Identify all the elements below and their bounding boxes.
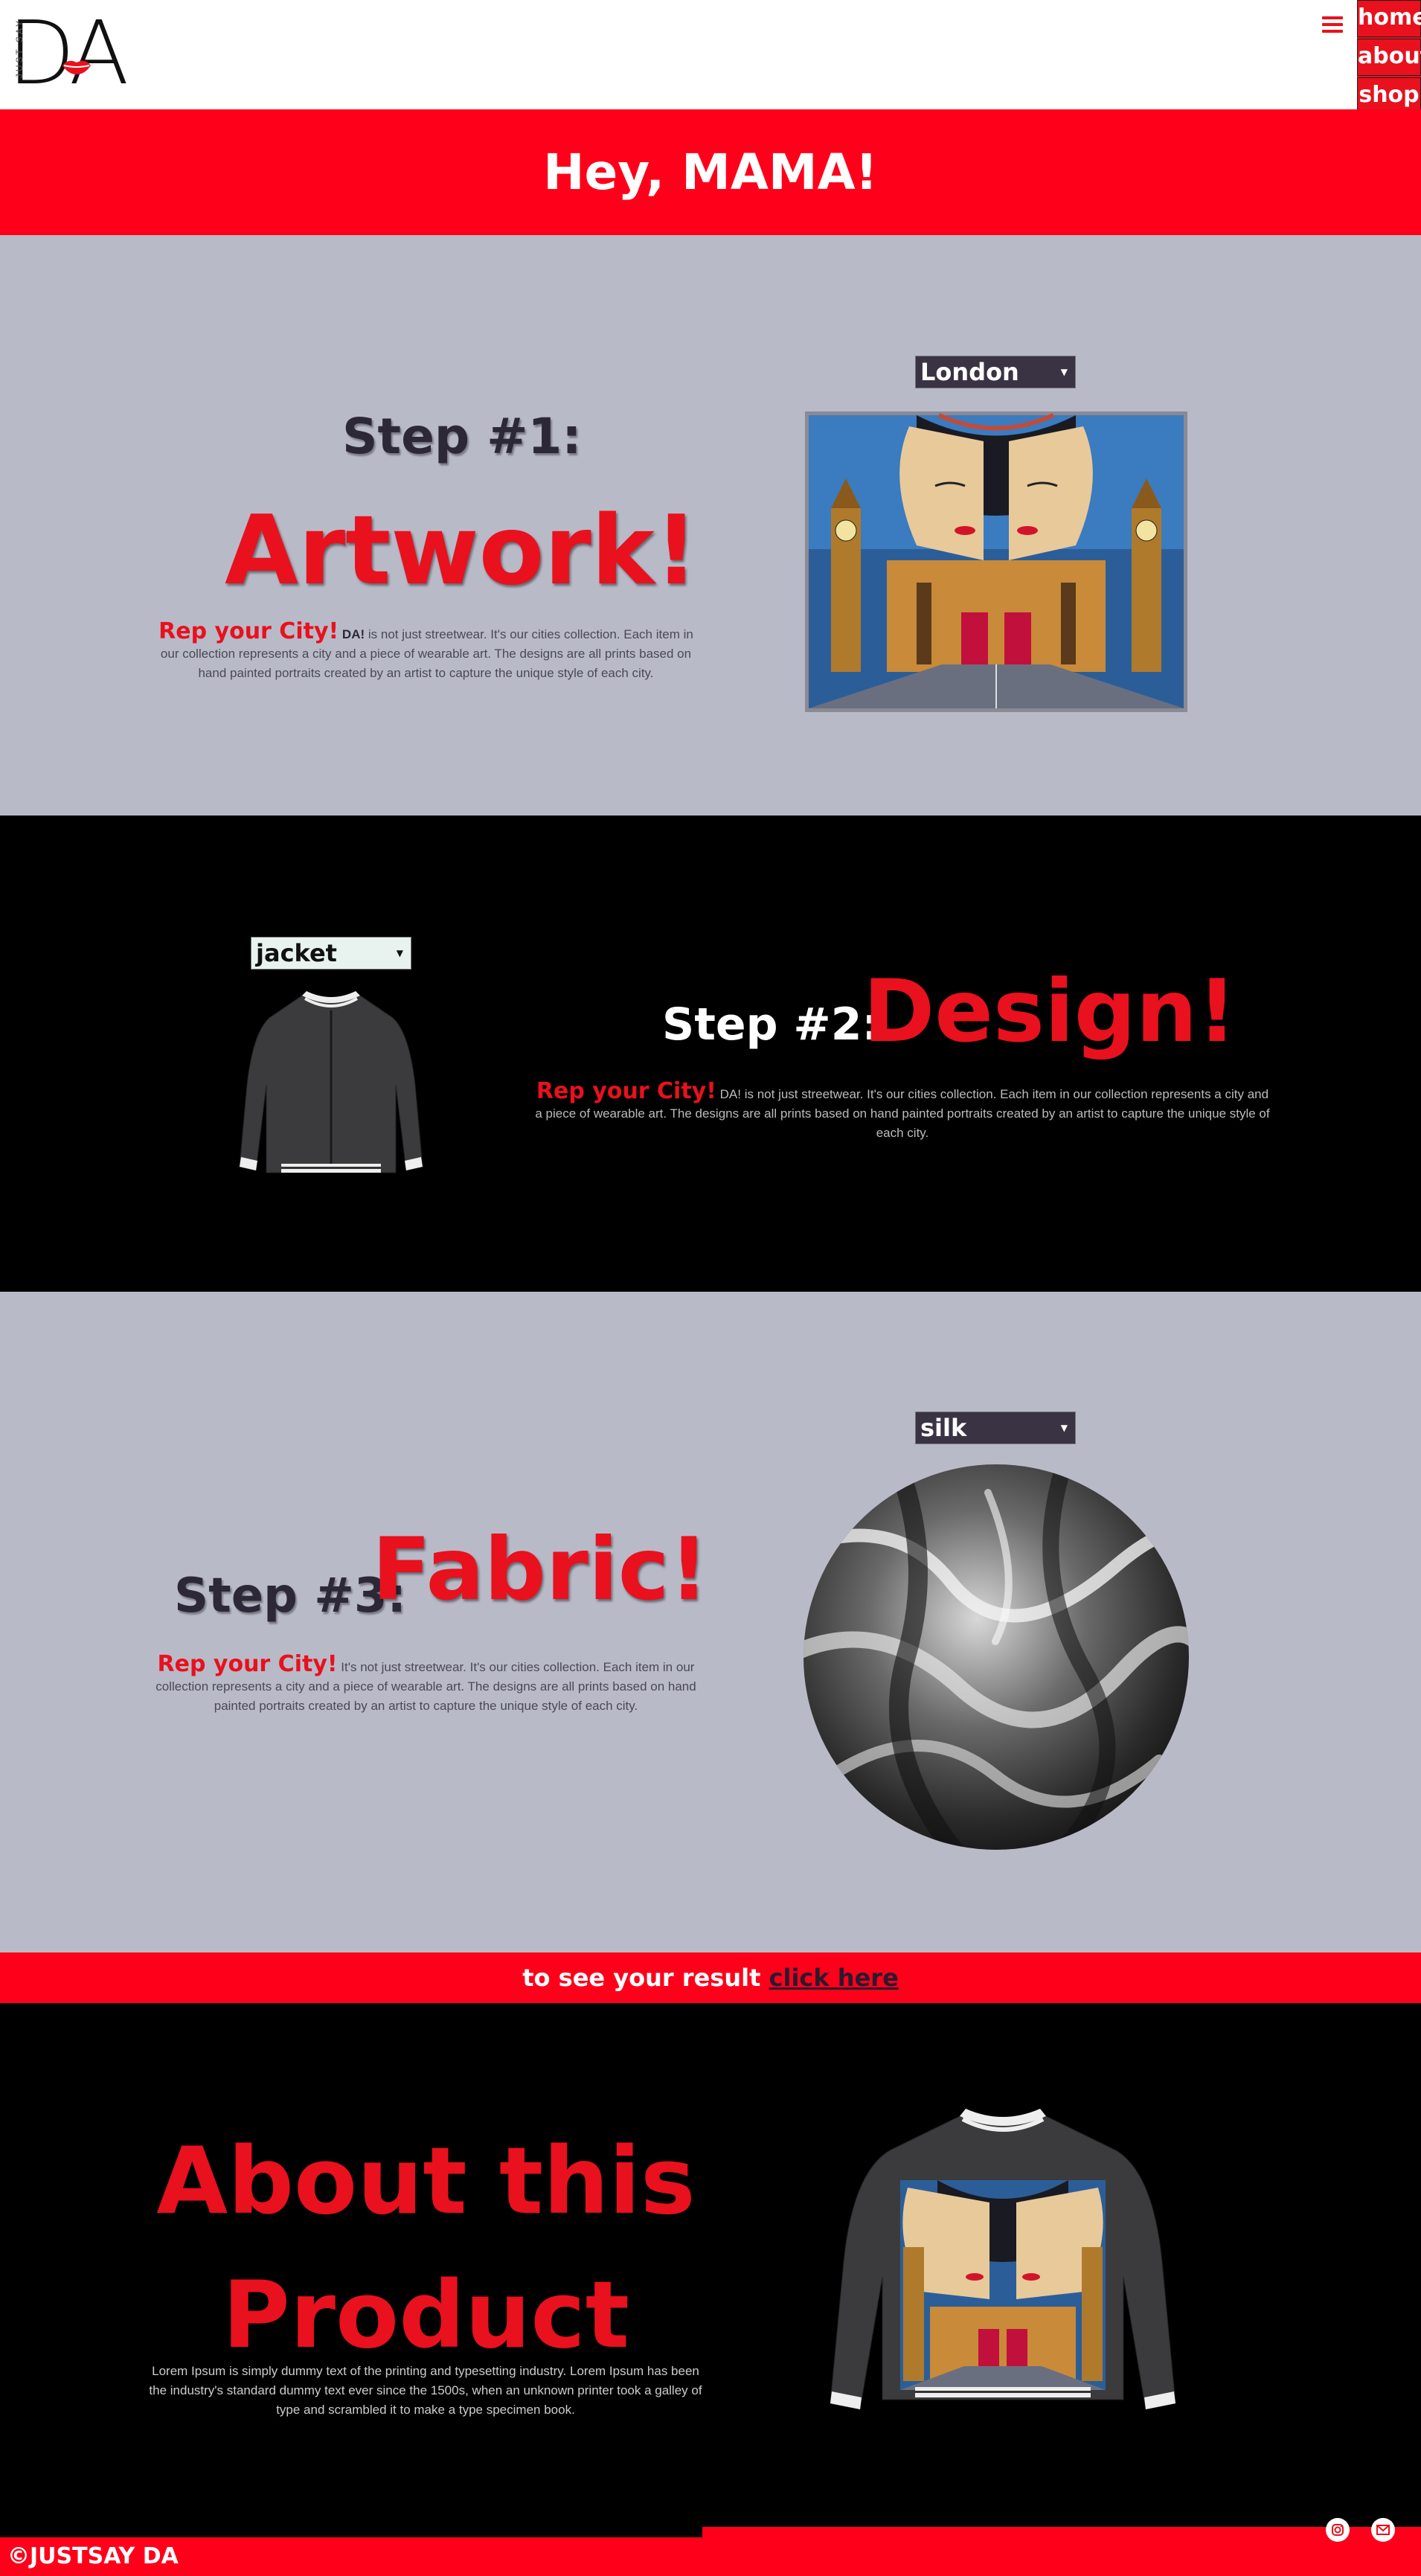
- step2-label: Step #2:: [662, 999, 880, 1051]
- about-title-line1: About this: [156, 2128, 696, 2235]
- instagram-icon[interactable]: [1326, 2518, 1350, 2542]
- step3-paragraph: Rep your City! It's not just streetwear.…: [153, 1653, 699, 1716]
- nav-item-home[interactable]: home: [1357, 0, 1421, 37]
- step3-section: Step #3: Fabric! Rep your City! It's not…: [0, 1292, 1421, 1952]
- chevron-down-icon: ▼: [1060, 1423, 1068, 1433]
- site-header: DA JUST SAY home about shop: [0, 0, 1421, 116]
- mail-icon-glyph: [1376, 2525, 1390, 2535]
- logo[interactable]: DA JUST SAY: [1, 1, 129, 104]
- logo-tagline: JUST SAY: [14, 18, 25, 79]
- footer-red-bars: [0, 2522, 1421, 2576]
- copyright-text: ©JUSTSAY DA: [7, 2543, 179, 2569]
- site-footer: ©JUSTSAY DA: [0, 2518, 1421, 2576]
- about-body: Lorem Ipsum is simply dummy text of the …: [149, 2364, 702, 2417]
- silk-fabric-image: [803, 1464, 1189, 1850]
- rep-your-city: Rep your City!: [157, 1651, 338, 1677]
- step2-title: Design!: [863, 961, 1237, 1062]
- jacket-image: [239, 991, 423, 1173]
- about-section: About this Product Lorem Ipsum is simply…: [0, 2003, 1421, 2524]
- chevron-down-icon: ▼: [396, 948, 403, 958]
- cta-text: to see your result: [522, 1964, 761, 1992]
- brand-bold: DA!: [341, 627, 365, 641]
- rep-your-city: Rep your City!: [536, 1078, 716, 1104]
- step2-paragraph: Rep your City! DA! is not just streetwea…: [534, 1080, 1271, 1143]
- fabric-select-value: silk: [920, 1414, 967, 1442]
- lips-icon: [62, 60, 91, 74]
- city-select[interactable]: London ▼: [915, 356, 1076, 388]
- cta-line: to see your result click here: [0, 1952, 1421, 2003]
- step1-title: Artwork!: [225, 496, 699, 606]
- step1-section: Step #1: Artwork! Rep your City! DA! is …: [0, 235, 1421, 816]
- banner: Hey, MAMA!: [0, 109, 1421, 235]
- instagram-icon-glyph: [1332, 2524, 1344, 2536]
- garment-select-value: jacket: [256, 939, 337, 967]
- about-title: About this Product: [0, 2115, 852, 2383]
- mail-icon[interactable]: [1371, 2518, 1395, 2542]
- chevron-down-icon: ▼: [1060, 367, 1068, 377]
- rep-your-city: Rep your City!: [158, 618, 339, 644]
- garment-select[interactable]: jacket ▼: [251, 937, 411, 970]
- nav-menu: home about shop: [1357, 0, 1421, 116]
- banner-title: Hey, MAMA!: [543, 144, 878, 201]
- step1-label: Step #1:: [342, 408, 582, 465]
- nav-item-about[interactable]: about: [1357, 39, 1421, 76]
- step3-title: Fabric!: [372, 1519, 709, 1620]
- result-cta-bar: to see your result click here: [0, 1952, 1421, 2003]
- step1-paragraph: Rep your City! DA! is not just streetwea…: [153, 621, 699, 683]
- footer-bar-upper: [702, 2527, 1421, 2576]
- fabric-select[interactable]: silk ▼: [915, 1412, 1076, 1444]
- logo-letters: DA: [7, 1, 129, 104]
- click-here-link[interactable]: click here: [769, 1964, 899, 1992]
- step2-section: jacket ▼ Step #2: Design! Rep your City!…: [0, 816, 1421, 1292]
- menu-icon[interactable]: [1322, 16, 1343, 37]
- printed-jacket-image: [830, 2109, 1176, 2410]
- artwork-image: [805, 411, 1187, 712]
- city-select-value: London: [920, 358, 1019, 386]
